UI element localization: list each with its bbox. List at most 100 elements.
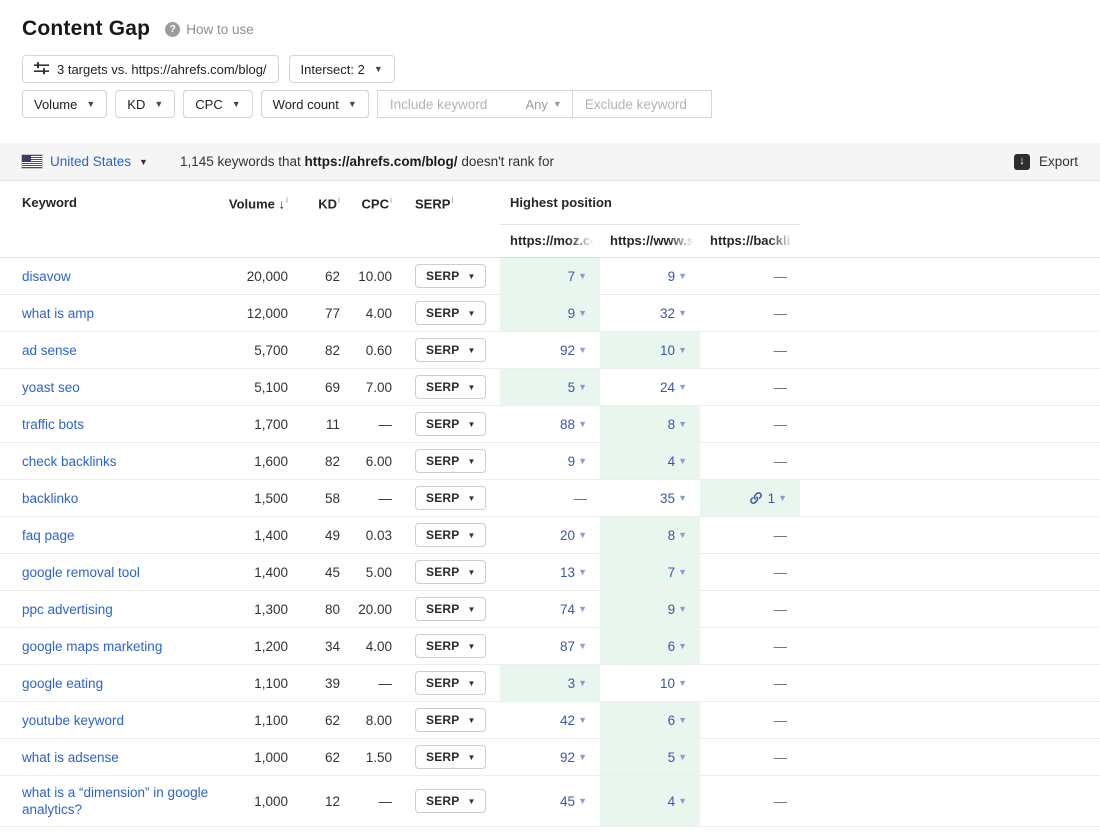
- position-value[interactable]: 32: [660, 306, 675, 321]
- position-value[interactable]: 6: [668, 639, 676, 654]
- position-value[interactable]: 4: [668, 454, 676, 469]
- serp-dropdown-button[interactable]: SERP ▼: [415, 634, 486, 658]
- column-header-kd[interactable]: KDi: [288, 195, 340, 211]
- word-count-filter-dropdown[interactable]: Word count ▼: [261, 90, 369, 118]
- position-cell[interactable]: 88▼: [500, 406, 600, 442]
- position-value[interactable]: 13: [560, 565, 575, 580]
- position-value[interactable]: 24: [660, 380, 675, 395]
- exclude-keyword-input[interactable]: [583, 96, 701, 113]
- position-cell[interactable]: 9▼: [600, 258, 700, 294]
- position-cell[interactable]: 7▼: [500, 258, 600, 294]
- serp-dropdown-button[interactable]: SERP ▼: [415, 375, 486, 399]
- position-value[interactable]: 8: [668, 417, 676, 432]
- position-value[interactable]: 10: [660, 343, 675, 358]
- keyword-link[interactable]: faq page: [22, 527, 75, 544]
- position-value[interactable]: 45: [560, 794, 575, 809]
- position-cell[interactable]: 20▼: [500, 517, 600, 553]
- position-value[interactable]: 9: [568, 454, 576, 469]
- position-value[interactable]: 9: [568, 306, 576, 321]
- serp-dropdown-button[interactable]: SERP ▼: [415, 301, 486, 325]
- keyword-link[interactable]: yoast seo: [22, 379, 80, 396]
- keyword-link[interactable]: google removal tool: [22, 564, 140, 581]
- volume-filter-dropdown[interactable]: Volume ▼: [22, 90, 107, 118]
- position-value[interactable]: 42: [560, 713, 575, 728]
- position-value[interactable]: 10: [660, 676, 675, 691]
- intersect-dropdown[interactable]: Intersect: 2 ▼: [289, 55, 395, 83]
- position-value[interactable]: 7: [668, 565, 676, 580]
- country-selector[interactable]: United States ▼: [22, 154, 148, 169]
- position-cell[interactable]: 10▼: [600, 332, 700, 368]
- serp-dropdown-button[interactable]: SERP ▼: [415, 449, 486, 473]
- keyword-link[interactable]: traffic bots: [22, 416, 84, 433]
- position-cell[interactable]: 8▼: [600, 406, 700, 442]
- position-cell[interactable]: 1▼: [700, 480, 800, 516]
- position-cell[interactable]: 13▼: [500, 554, 600, 590]
- position-cell[interactable]: 74▼: [500, 591, 600, 627]
- position-cell[interactable]: 8▼: [600, 517, 700, 553]
- export-button[interactable]: ↓ Export: [1014, 154, 1078, 170]
- position-cell[interactable]: 42▼: [500, 702, 600, 738]
- serp-dropdown-button[interactable]: SERP ▼: [415, 789, 486, 813]
- column-header-cpc[interactable]: CPCi: [340, 195, 392, 211]
- targets-config-button[interactable]: 3 targets vs. https://ahrefs.com/blog/: [22, 55, 279, 83]
- position-cell[interactable]: 24▼: [600, 369, 700, 405]
- serp-dropdown-button[interactable]: SERP ▼: [415, 708, 486, 732]
- target-column-header[interactable]: https://www.s: [600, 233, 700, 251]
- position-cell[interactable]: 6▼: [600, 628, 700, 664]
- serp-dropdown-button[interactable]: SERP ▼: [415, 412, 486, 436]
- cpc-filter-dropdown[interactable]: CPC ▼: [183, 90, 252, 118]
- position-value[interactable]: 74: [560, 602, 575, 617]
- position-value[interactable]: 88: [560, 417, 575, 432]
- position-value[interactable]: 3: [568, 676, 576, 691]
- keyword-link[interactable]: ppc advertising: [22, 601, 113, 618]
- column-header-volume[interactable]: Volume ↓i: [222, 195, 288, 211]
- position-value[interactable]: 35: [660, 491, 675, 506]
- include-mode-dropdown[interactable]: Any ▼: [526, 97, 562, 112]
- position-cell[interactable]: 3▼: [500, 665, 600, 701]
- keyword-link[interactable]: what is adsense: [22, 749, 119, 766]
- position-cell[interactable]: 92▼: [500, 332, 600, 368]
- position-value[interactable]: 20: [560, 528, 575, 543]
- serp-dropdown-button[interactable]: SERP ▼: [415, 560, 486, 584]
- serp-dropdown-button[interactable]: SERP ▼: [415, 264, 486, 288]
- position-value[interactable]: 92: [560, 750, 575, 765]
- position-value[interactable]: 92: [560, 343, 575, 358]
- position-cell[interactable]: 7▼: [600, 554, 700, 590]
- position-cell[interactable]: 4▼: [600, 776, 700, 826]
- position-value[interactable]: 9: [668, 602, 676, 617]
- position-value[interactable]: 5: [668, 750, 676, 765]
- position-value[interactable]: 7: [568, 269, 576, 284]
- serp-dropdown-button[interactable]: SERP ▼: [415, 745, 486, 769]
- keyword-link[interactable]: google maps marketing: [22, 638, 162, 655]
- keyword-link[interactable]: what is amp: [22, 305, 94, 322]
- position-value[interactable]: 5: [568, 380, 576, 395]
- keyword-link[interactable]: disavow: [22, 268, 71, 285]
- position-value[interactable]: 87: [560, 639, 575, 654]
- keyword-link[interactable]: youtube keyword: [22, 712, 124, 729]
- kd-filter-dropdown[interactable]: KD ▼: [115, 90, 175, 118]
- keyword-link[interactable]: backlinko: [22, 490, 78, 507]
- position-cell[interactable]: 6▼: [600, 702, 700, 738]
- serp-dropdown-button[interactable]: SERP ▼: [415, 338, 486, 362]
- keyword-link[interactable]: check backlinks: [22, 453, 117, 470]
- position-cell[interactable]: 32▼: [600, 295, 700, 331]
- position-cell[interactable]: 87▼: [500, 628, 600, 664]
- position-cell[interactable]: 92▼: [500, 739, 600, 775]
- serp-dropdown-button[interactable]: SERP ▼: [415, 671, 486, 695]
- position-cell[interactable]: 35▼: [600, 480, 700, 516]
- position-cell[interactable]: 10▼: [600, 665, 700, 701]
- serp-dropdown-button[interactable]: SERP ▼: [415, 597, 486, 621]
- serp-dropdown-button[interactable]: SERP ▼: [415, 486, 486, 510]
- target-column-header[interactable]: https://moz.co: [500, 233, 600, 251]
- position-value[interactable]: 8: [668, 528, 676, 543]
- keyword-link[interactable]: ad sense: [22, 342, 77, 359]
- position-value[interactable]: 6: [668, 713, 676, 728]
- position-cell[interactable]: 9▼: [500, 443, 600, 479]
- include-keyword-input[interactable]: [388, 96, 526, 113]
- position-value[interactable]: 1: [768, 491, 776, 506]
- position-cell[interactable]: 45▼: [500, 776, 600, 826]
- how-to-use-link[interactable]: ? How to use: [165, 22, 254, 37]
- serp-dropdown-button[interactable]: SERP ▼: [415, 523, 486, 547]
- position-cell[interactable]: 9▼: [600, 591, 700, 627]
- position-cell[interactable]: 5▼: [500, 369, 600, 405]
